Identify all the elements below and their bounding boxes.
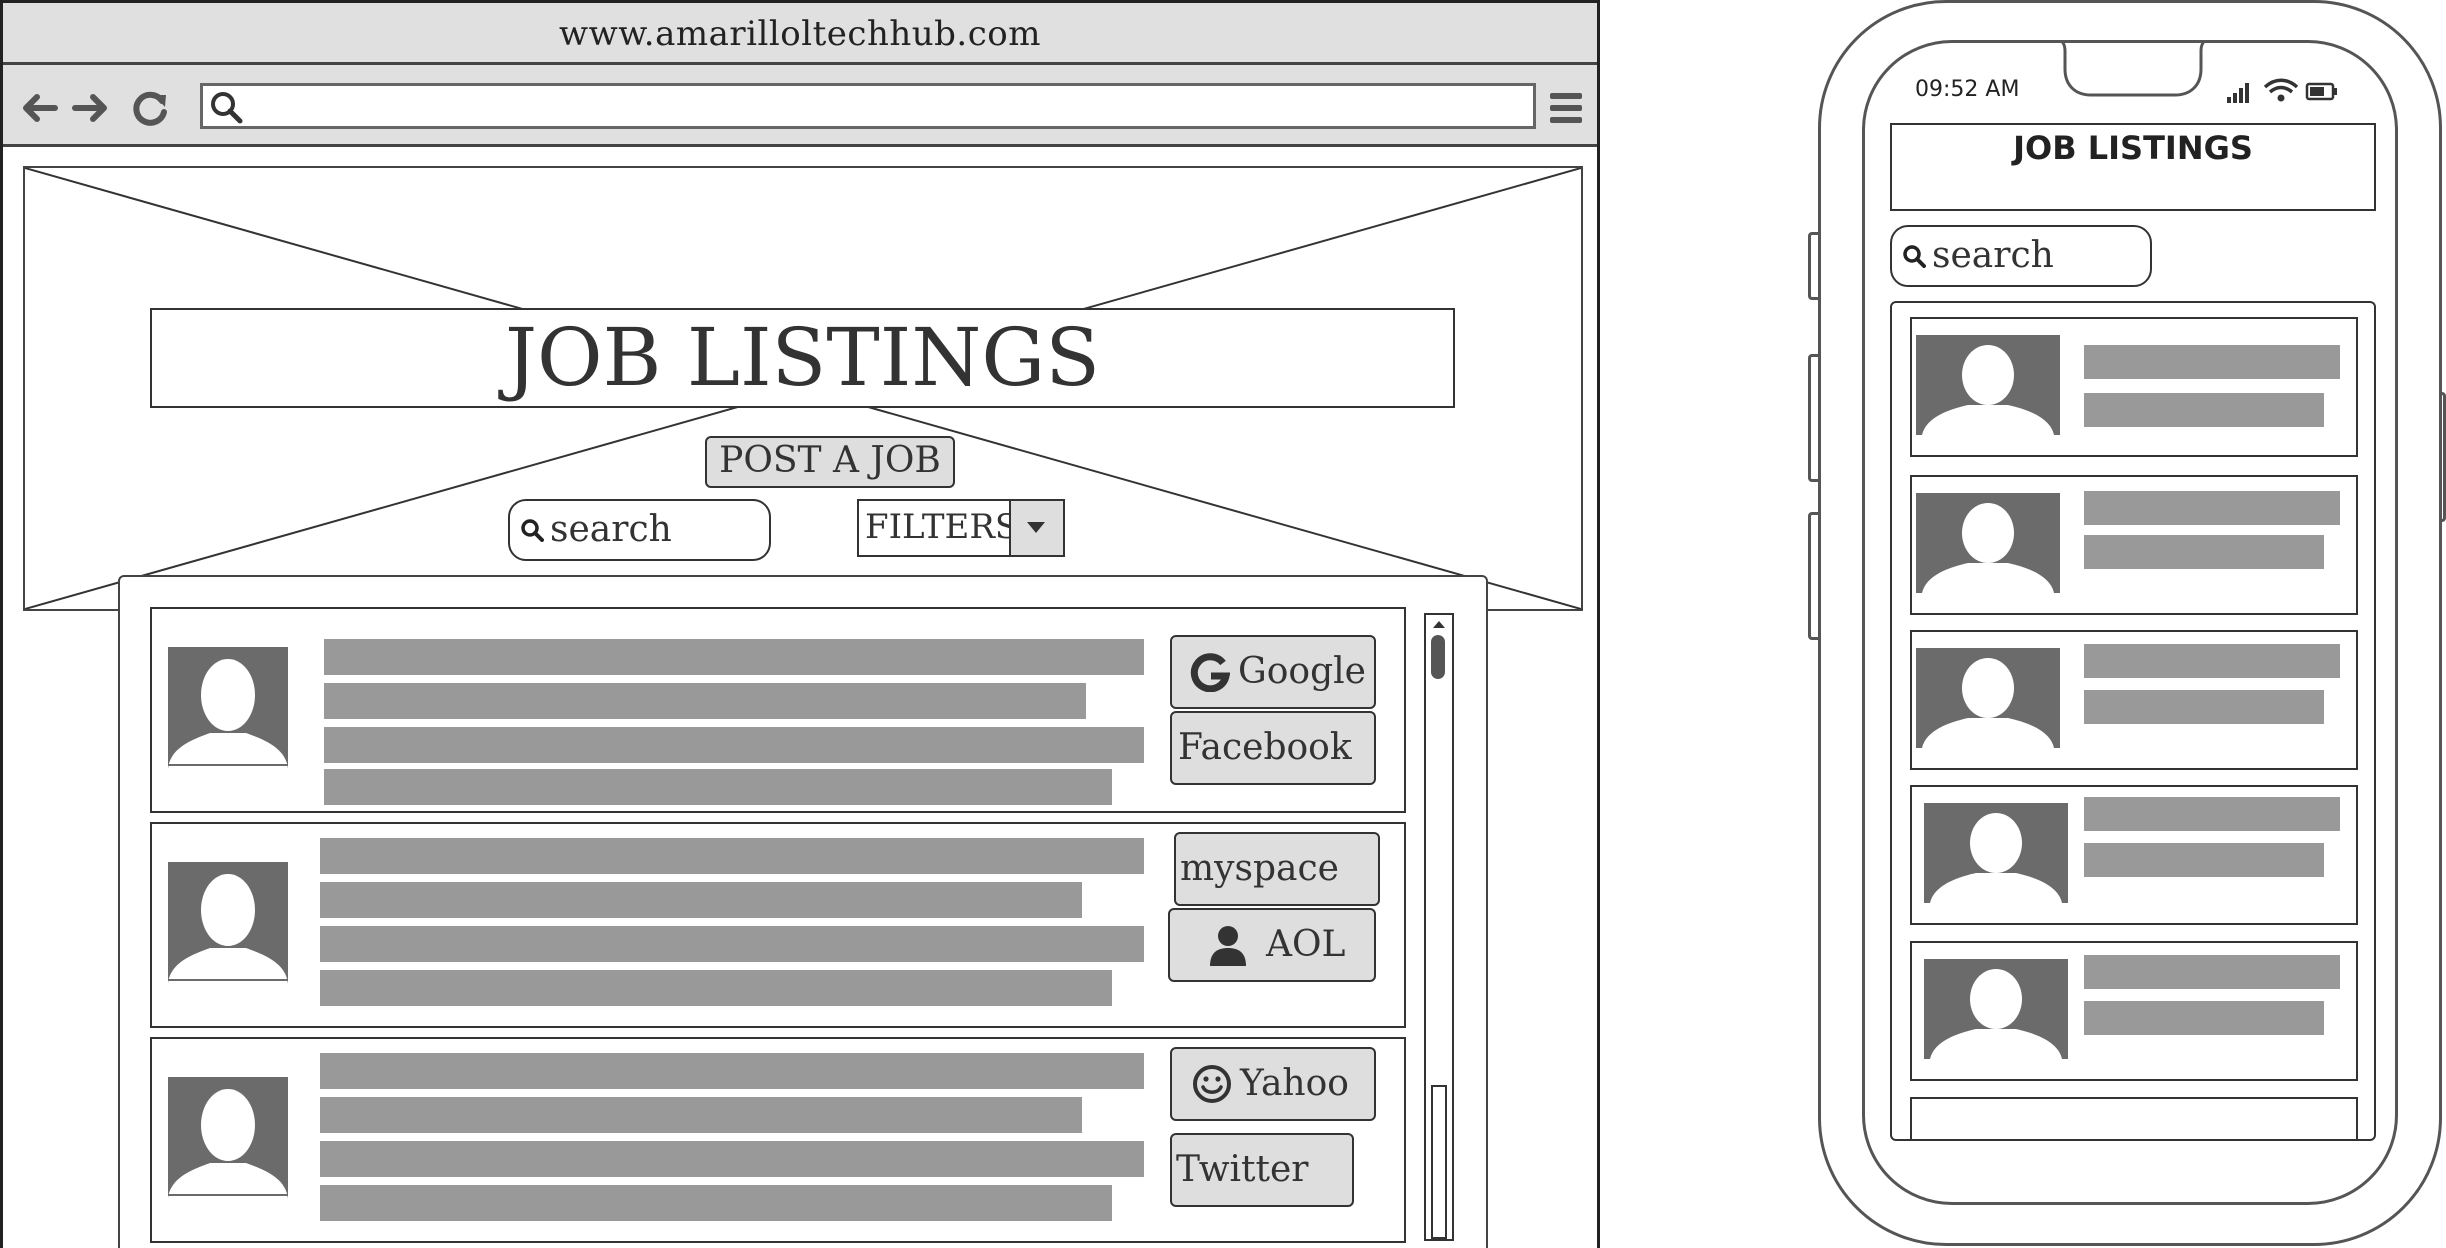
search-input[interactable]: search (508, 499, 771, 561)
search-icon (521, 519, 544, 542)
job-list-panel: Google Facebook myspace AOL Yahoo Twitte… (118, 575, 1488, 1248)
text-placeholder-bar (2084, 491, 2340, 525)
text-placeholder-bar (324, 769, 1112, 805)
signal-icon (2227, 83, 2249, 103)
mobile-listing-row[interactable] (1910, 317, 2358, 457)
back-arrow-icon[interactable] (17, 85, 63, 131)
text-placeholder-bar (324, 727, 1144, 763)
reload-icon[interactable] (127, 85, 173, 131)
avatar-placeholder-icon (1924, 959, 2068, 1059)
user-icon (1210, 926, 1246, 966)
mobile-listing-row[interactable] (1910, 630, 2358, 770)
avatar-placeholder-icon (1916, 648, 2060, 748)
job-listing-row[interactable]: Google Facebook (150, 607, 1406, 813)
text-placeholder-bar (320, 1141, 1144, 1177)
filters-label: FILTERS (865, 507, 1019, 547)
chevron-down-icon (1027, 522, 1045, 533)
filters-dropdown[interactable]: FILTERS (857, 499, 1065, 557)
text-placeholder-bar (2084, 955, 2340, 989)
text-placeholder-bar (2084, 690, 2324, 724)
wifi-icon (2263, 78, 2299, 102)
yahoo-label: Yahoo (1240, 1063, 1349, 1104)
text-placeholder-bar (320, 1185, 1112, 1221)
google-button[interactable]: Google (1170, 635, 1376, 709)
search-icon (211, 92, 243, 124)
hamburger-menu-icon[interactable] (1548, 90, 1584, 126)
phone-notch (2061, 43, 2205, 97)
mobile-job-list (1890, 301, 2376, 1141)
text-placeholder-bar (320, 926, 1144, 962)
mobile-header: JOB LISTINGS (1890, 123, 2376, 211)
page-title-box: JOB LISTINGS (150, 308, 1455, 408)
job-listing-row[interactable]: Yahoo Twitter (150, 1037, 1406, 1243)
mobile-listing-row[interactable] (1910, 941, 2358, 1081)
facebook-label: Facebook (1178, 727, 1352, 768)
text-placeholder-bar (320, 1097, 1082, 1133)
avatar-placeholder-icon (168, 862, 288, 984)
text-placeholder-bar (2084, 345, 2340, 379)
text-placeholder-bar (2084, 1001, 2324, 1035)
scrollbar-thumb[interactable] (1431, 635, 1445, 679)
mobile-listing-row-partial[interactable] (1910, 1097, 2358, 1141)
page-title: JOB LISTINGS (504, 311, 1101, 404)
text-placeholder-bar (320, 838, 1144, 874)
yahoo-button[interactable]: Yahoo (1170, 1047, 1376, 1121)
mobile-page-title: JOB LISTINGS (2013, 129, 2253, 167)
text-placeholder-bar (320, 1053, 1144, 1089)
avatar-placeholder-icon (168, 647, 288, 769)
page-content: JOB LISTINGS POST A JOB search FILTERS G… (3, 150, 1597, 1248)
text-placeholder-bar (2084, 797, 2340, 831)
google-label: Google (1238, 651, 1366, 692)
google-icon (1190, 653, 1230, 692)
browser-title-bar: www.amarilloltechhub.com (3, 3, 1597, 65)
site-url: www.amarilloltechhub.com (559, 14, 1041, 54)
avatar-placeholder-icon (168, 1077, 288, 1199)
text-placeholder-bar (324, 639, 1144, 675)
scroll-up-arrow-icon[interactable] (1432, 619, 1446, 629)
search-placeholder: search (550, 509, 672, 550)
mobile-listing-row[interactable] (1910, 475, 2358, 615)
forward-arrow-icon[interactable] (67, 85, 113, 131)
text-placeholder-bar (2084, 843, 2324, 877)
mobile-screen: 09:52 AM JOB LISTINGS search (1862, 40, 2398, 1205)
text-placeholder-bar (324, 683, 1086, 719)
twitter-button[interactable]: Twitter (1170, 1133, 1354, 1207)
myspace-button[interactable]: myspace (1174, 832, 1380, 906)
job-listing-row[interactable]: myspace AOL (150, 822, 1406, 1028)
aol-label: AOL (1266, 924, 1346, 965)
myspace-label: myspace (1180, 848, 1339, 889)
avatar-placeholder-icon (1916, 335, 2060, 435)
status-time: 09:52 AM (1915, 77, 2020, 102)
address-bar[interactable] (200, 83, 1536, 129)
facebook-button[interactable]: Facebook (1170, 711, 1376, 785)
text-placeholder-bar (2084, 535, 2324, 569)
search-icon (1903, 245, 1926, 268)
smiley-icon (1193, 1065, 1231, 1103)
post-job-button[interactable]: POST A JOB (705, 436, 955, 488)
avatar-placeholder-icon (1916, 493, 2060, 593)
scrollbar-track-lower (1431, 1085, 1447, 1239)
mobile-search-placeholder: search (1932, 235, 2054, 276)
mobile-search-input[interactable]: search (1890, 225, 2152, 287)
dropdown-arrow-button[interactable] (1009, 501, 1063, 555)
avatar-placeholder-icon (1924, 803, 2068, 903)
text-placeholder-bar (2084, 644, 2340, 678)
browser-toolbar (3, 65, 1597, 147)
twitter-label: Twitter (1176, 1149, 1309, 1190)
status-icons (2227, 78, 2337, 103)
battery-icon (2305, 82, 2337, 101)
aol-button[interactable]: AOL (1168, 908, 1376, 982)
text-placeholder-bar (2084, 393, 2324, 427)
mobile-listing-row[interactable] (1910, 785, 2358, 925)
text-placeholder-bar (320, 882, 1082, 918)
hero-image-placeholder: JOB LISTINGS POST A JOB search FILTERS (23, 166, 1583, 611)
text-placeholder-bar (320, 970, 1112, 1006)
browser-window: www.amarilloltechhub.com JOB LISTINGS PO… (0, 0, 1600, 1248)
list-scrollbar[interactable] (1424, 613, 1454, 1241)
